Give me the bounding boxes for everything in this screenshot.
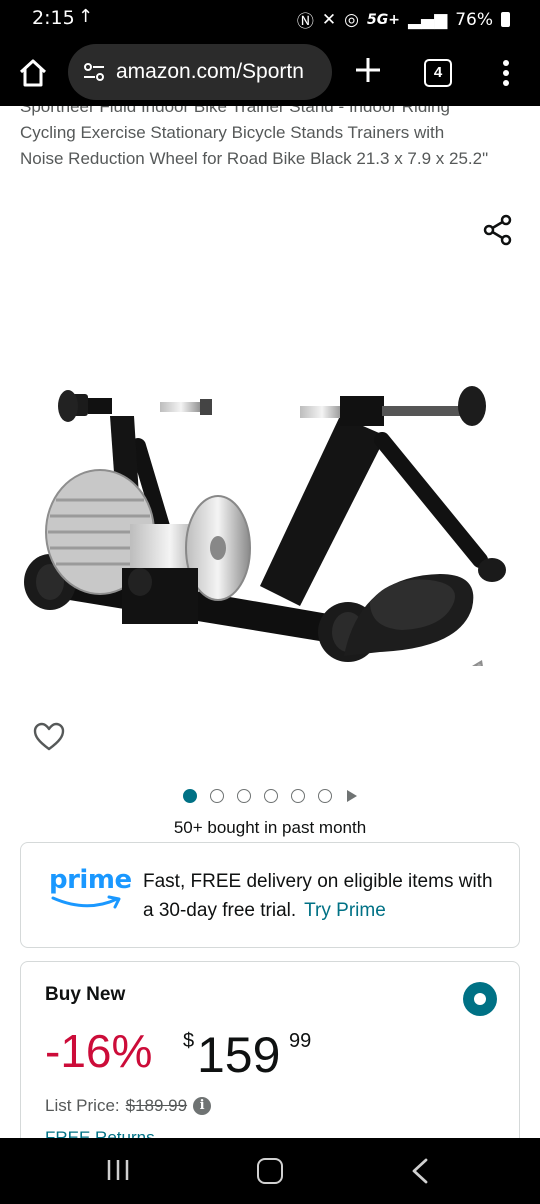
try-prime-link[interactable]: Try Prime: [304, 900, 386, 921]
network-type: 5G+: [367, 11, 400, 28]
image-carousel-indicator: [0, 788, 540, 804]
buy-new-title: Buy New: [45, 984, 126, 1005]
home-icon[interactable]: [16, 56, 50, 90]
status-icons: Ⓝ ✕ ◎ 5G+ ▂▄▆ 76%: [297, 7, 510, 32]
product-page: Sportneer Fluid Indoor Bike Trainer Stan…: [0, 106, 540, 1138]
buy-new-card[interactable]: Buy New -16% $ 159 99 List Price: $189.9…: [20, 961, 520, 1138]
price-whole: 159: [197, 1027, 281, 1083]
status-bar: 2:15 ↑ Ⓝ ✕ ◎ 5G+ ▂▄▆ 76%: [0, 0, 540, 38]
carousel-dot[interactable]: [183, 789, 197, 803]
product-image[interactable]: [10, 256, 530, 666]
prime-logo-text: prime: [49, 865, 132, 895]
hotspot-icon: ◎: [344, 9, 359, 30]
share-icon[interactable]: [482, 214, 514, 246]
carousel-dot[interactable]: [264, 789, 278, 803]
battery-icon: [501, 12, 510, 27]
video-play-icon[interactable]: [347, 790, 357, 802]
free-returns-link[interactable]: FREE Returns: [45, 1128, 155, 1138]
address-bar[interactable]: amazon.com/Sportn: [68, 44, 332, 100]
price-symbol: $: [183, 1030, 195, 1052]
discount-percent: -16%: [45, 1025, 153, 1077]
browser-toolbar: amazon.com/Sportn 4: [0, 38, 540, 106]
carousel-dot[interactable]: [291, 789, 305, 803]
back-icon[interactable]: [408, 1158, 432, 1184]
clock: 2:15: [32, 7, 75, 29]
prime-logo: prime: [49, 865, 132, 915]
signal-icon: ▂▄▆: [407, 9, 448, 30]
new-tab-icon[interactable]: [352, 54, 384, 86]
recents-icon[interactable]: [104, 1158, 132, 1182]
list-price-label: List Price:: [45, 1096, 120, 1115]
site-settings-icon[interactable]: [82, 60, 106, 84]
system-nav-bar: [0, 1138, 540, 1204]
list-price-row: List Price: $189.99 i: [45, 1096, 212, 1116]
wishlist-heart-icon[interactable]: [32, 720, 66, 754]
carousel-dot[interactable]: [210, 789, 224, 803]
prime-message: Fast, FREE delivery on eligible items wi…: [143, 867, 503, 925]
bought-count: 50+ bought in past month: [173, 818, 367, 837]
nfc-icon: Ⓝ: [296, 12, 314, 32]
mute-icon: ✕: [321, 9, 337, 30]
tab-switcher-button[interactable]: 4: [424, 59, 452, 87]
prime-smile-icon: [51, 895, 121, 909]
prime-promo-card[interactable]: prime Fast, FREE delivery on eligible it…: [20, 842, 520, 948]
product-title[interactable]: Sportneer Fluid Indoor Bike Trainer Stan…: [20, 106, 490, 172]
buy-new-radio[interactable]: [463, 982, 497, 1016]
price-fraction: 99: [289, 1030, 312, 1052]
url-text: amazon.com/Sportn: [116, 60, 304, 83]
info-icon[interactable]: i: [193, 1097, 212, 1115]
battery-level: 76%: [455, 9, 493, 30]
list-price-value: $189.99: [125, 1096, 188, 1115]
upload-icon: ↑: [78, 6, 94, 27]
carousel-dot[interactable]: [318, 789, 332, 803]
more-menu-icon[interactable]: [496, 57, 516, 89]
home-nav-icon[interactable]: [257, 1158, 283, 1184]
carousel-dot[interactable]: [237, 789, 251, 803]
